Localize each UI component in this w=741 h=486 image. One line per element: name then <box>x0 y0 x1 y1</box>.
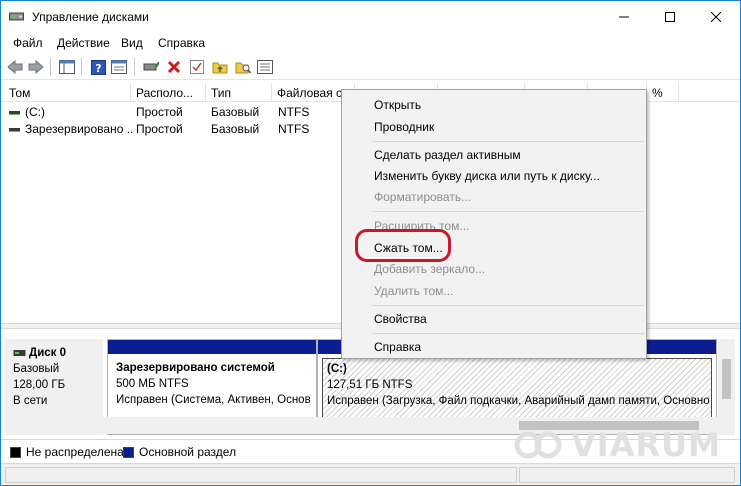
cell-volume: (C:) <box>9 105 129 119</box>
connect-drive-button[interactable] <box>141 57 161 77</box>
menu-file[interactable]: Файл <box>13 36 43 50</box>
cell-layout: Простой <box>136 122 183 136</box>
help-button[interactable]: ? <box>88 57 108 77</box>
cell-volume: Зарезервировано ... <box>9 122 133 136</box>
menu-item-explorer[interactable]: Проводник <box>374 120 434 134</box>
partition-size: 127,51 ГБ NTFS <box>327 379 413 391</box>
window-title: Управление дисками <box>32 10 149 24</box>
volume-name: Зарезервировано ... <box>25 122 133 136</box>
menu-separator <box>372 333 644 334</box>
legend-swatch-unallocated <box>10 447 21 458</box>
cell-filesystem: NTFS <box>278 105 310 119</box>
disk-name: Диск 0 <box>29 347 67 359</box>
column-header-type[interactable]: Тип <box>207 83 272 102</box>
up-folder-icon <box>212 62 228 74</box>
menu-view[interactable]: Вид <box>121 36 143 50</box>
menu-item-change-drive-letter[interactable]: Изменить букву диска или путь к диску... <box>374 169 600 183</box>
watermark-logo-icon <box>514 431 562 459</box>
disk-size: 128,00 ГБ <box>13 379 66 391</box>
cell-layout: Простой <box>136 105 183 119</box>
status-cell <box>5 467 517 483</box>
menu-item-delete-volume: Удалить том... <box>374 284 454 298</box>
menu-separator <box>372 305 644 306</box>
toolbar: ? <box>1 54 740 80</box>
partition-status: Исправен (Система, Активен, Основ <box>116 394 311 406</box>
up-folder-button[interactable] <box>210 57 230 77</box>
maximize-button[interactable] <box>647 1 693 32</box>
watermark-text: VIARUM <box>571 426 721 464</box>
partition-title: (C:) <box>327 363 347 375</box>
show-hide-console-tree-icon <box>59 60 75 74</box>
cell-type: Базовый <box>211 122 260 136</box>
view-icon <box>257 60 273 74</box>
search-folder-button[interactable] <box>233 57 253 77</box>
menu-separator <box>372 211 644 212</box>
menu-item-open[interactable]: Открыть <box>374 98 421 112</box>
back-arrow-icon <box>7 60 23 74</box>
menu-item-mark-active[interactable]: Сделать раздел активным <box>374 148 521 162</box>
menu-item-properties[interactable]: Свойства <box>374 312 427 326</box>
help-icon: ? <box>90 59 106 75</box>
toolbar-separator <box>134 58 135 76</box>
context-menu: Открыть Проводник Сделать раздел активны… <box>341 89 647 359</box>
close-icon <box>711 11 721 22</box>
menu-bar: Файл Действие Вид Справка <box>1 33 740 53</box>
properties-icon <box>111 60 127 74</box>
disk-title: Диск 0 <box>13 345 103 361</box>
status-cell <box>519 467 735 483</box>
legend-swatch-primary <box>123 447 134 458</box>
column-header-layout[interactable]: Располо... <box>132 83 206 102</box>
view-button[interactable] <box>255 57 275 77</box>
forward-button[interactable] <box>26 57 46 77</box>
search-folder-icon <box>235 62 251 74</box>
disk-status: В сети <box>13 395 48 407</box>
partition-title: Зарезервировано системой <box>116 362 275 374</box>
maximize-icon <box>665 11 675 22</box>
column-header-percent[interactable]: % <box>648 83 679 102</box>
properties-button[interactable] <box>109 57 129 77</box>
menu-item-add-mirror: Добавить зеркало... <box>374 262 486 276</box>
volume-name: (C:) <box>25 105 45 119</box>
minimize-button[interactable] <box>601 1 647 32</box>
legend-label-unallocated: Не распределена <box>26 445 124 459</box>
connect-drive-icon <box>143 61 159 71</box>
check-icon <box>190 60 204 74</box>
close-button[interactable] <box>693 1 739 32</box>
delete-icon <box>167 60 181 74</box>
highlight-annotation <box>355 229 451 262</box>
column-header-volume[interactable]: Том <box>5 83 131 102</box>
console-tree-button[interactable] <box>57 57 77 77</box>
partition-status: Исправен (Загрузка, Файл подкачки, Авари… <box>327 395 710 407</box>
disk-management-icon <box>9 10 24 24</box>
disk-icon <box>13 349 26 356</box>
vertical-scrollbar[interactable] <box>718 339 735 435</box>
minimize-icon <box>619 16 629 17</box>
partition-size: 500 МБ NTFS <box>116 378 189 390</box>
disk-type: Базовый <box>13 363 60 375</box>
cell-type: Базовый <box>211 105 260 119</box>
partition-bar <box>108 340 316 354</box>
scroll-thumb[interactable] <box>722 359 731 399</box>
menu-separator <box>372 141 644 142</box>
cell-filesystem: NTFS <box>278 122 310 136</box>
menu-help[interactable]: Справка <box>158 36 205 50</box>
drive-icon <box>9 110 20 115</box>
forward-arrow-icon <box>28 60 44 74</box>
legend-label-primary: Основной раздел <box>139 445 237 459</box>
delete-button[interactable] <box>164 57 184 77</box>
menu-item-help[interactable]: Справка <box>374 340 421 354</box>
drive-icon <box>9 127 20 132</box>
svg-text:?: ? <box>95 62 101 75</box>
check-button[interactable] <box>187 57 207 77</box>
toolbar-separator <box>81 58 82 76</box>
menu-item-format: Форматировать... <box>374 190 472 204</box>
back-button[interactable] <box>5 57 25 77</box>
toolbar-separator <box>50 58 51 76</box>
watermark: VIARUM <box>513 423 733 467</box>
menu-action[interactable]: Действие <box>57 36 110 50</box>
disk-management-window: Управление дисками Файл Действие Вид Спр… <box>0 0 741 486</box>
title-bar[interactable]: Управление дисками <box>1 1 740 33</box>
